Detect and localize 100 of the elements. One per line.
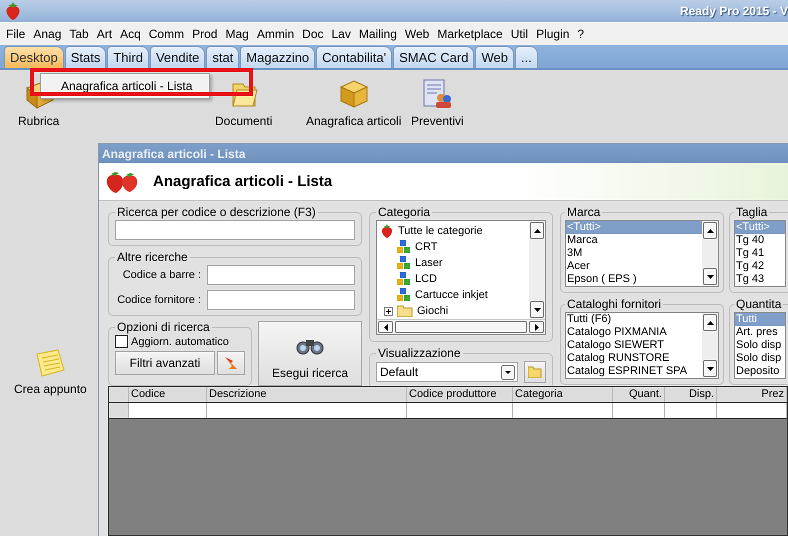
menu-item[interactable]: Comm bbox=[144, 24, 188, 44]
menu-item[interactable]: Anag bbox=[29, 24, 66, 44]
view-dropdown[interactable]: Default bbox=[376, 362, 518, 382]
field-label: Codice fornitore : bbox=[116, 294, 201, 306]
group-label: Cataloghi fornitori bbox=[566, 297, 662, 311]
search-field[interactable] bbox=[115, 220, 355, 240]
list-item[interactable]: Catalogo SIEWERT bbox=[566, 339, 702, 352]
menu-item[interactable]: Web bbox=[400, 24, 434, 44]
vertical-scrollbar[interactable] bbox=[702, 221, 718, 286]
vertical-scrollbar[interactable] bbox=[529, 221, 545, 319]
tab[interactable]: Stats bbox=[64, 46, 106, 68]
desktop-shortcut[interactable]: Crea appunto bbox=[14, 348, 87, 396]
window-title: Anagrafica articoli - Lista bbox=[99, 144, 788, 163]
tree-item[interactable]: LCD bbox=[415, 273, 438, 285]
column-header[interactable]: Descrizione bbox=[207, 387, 407, 402]
list-item[interactable]: Solo disp bbox=[735, 339, 785, 352]
tab[interactable]: SMAC Card bbox=[393, 46, 474, 68]
tree-item[interactable]: Tutte le categorie bbox=[398, 225, 483, 237]
menu-item[interactable]: Tab bbox=[65, 24, 93, 44]
desktop-shortcut[interactable]: Anagrafica articoli bbox=[306, 78, 402, 128]
strawberry-icon bbox=[380, 224, 394, 238]
tab[interactable]: ... bbox=[514, 46, 538, 68]
down-arrow-icon[interactable] bbox=[706, 366, 714, 370]
up-arrow-icon[interactable] bbox=[534, 228, 540, 232]
vertical-scrollbar[interactable] bbox=[702, 313, 718, 378]
list-item[interactable]: Tg 40 bbox=[735, 234, 785, 247]
list-box[interactable]: <Tutti> Tg 40 Tg 41 Tg 42 Tg 43 bbox=[734, 220, 786, 287]
column-header[interactable]: Codice bbox=[129, 387, 207, 402]
horizontal-scrollbar[interactable] bbox=[377, 319, 545, 334]
menu-item[interactable]: Util bbox=[506, 24, 532, 44]
list-item[interactable]: Catalog RUNSTORE bbox=[566, 352, 702, 365]
list-item[interactable]: Epson ( EPS ) bbox=[566, 273, 702, 286]
menu-item[interactable]: Mag bbox=[221, 24, 253, 44]
menu-item[interactable]: Lav bbox=[328, 24, 355, 44]
menu-item[interactable]: Art bbox=[92, 24, 116, 44]
down-arrow-icon[interactable] bbox=[534, 308, 540, 312]
menu-item[interactable]: Acq bbox=[116, 24, 145, 44]
up-arrow-icon[interactable] bbox=[706, 320, 714, 324]
down-arrow-icon[interactable] bbox=[706, 274, 714, 278]
list-item[interactable]: Deposito bbox=[735, 365, 785, 378]
menu-item[interactable]: Marketplace bbox=[433, 24, 507, 44]
tab[interactable]: Magazzino bbox=[240, 46, 316, 68]
desktop-shortcut[interactable]: Documenti bbox=[215, 80, 272, 128]
flame-button[interactable] bbox=[217, 351, 245, 375]
column-header[interactable]: Disp. bbox=[665, 387, 717, 402]
group-label: Categoria bbox=[377, 205, 432, 219]
menu-item[interactable]: Plugin bbox=[532, 24, 574, 44]
list-item[interactable]: Marca bbox=[566, 234, 702, 247]
tab[interactable]: Vendite bbox=[150, 46, 206, 68]
tab[interactable]: stat bbox=[206, 46, 240, 68]
right-arrow-icon[interactable] bbox=[534, 324, 538, 330]
list-item[interactable]: Solo disp bbox=[735, 352, 785, 365]
folder-button[interactable] bbox=[524, 361, 546, 383]
list-box[interactable]: Tutti Art. pres Solo disp Solo disp Deposito bbox=[734, 312, 786, 379]
menu-item[interactable]: Mailing bbox=[354, 24, 401, 44]
column-header[interactable]: Quant. bbox=[613, 387, 665, 402]
expand-icon[interactable] bbox=[384, 306, 393, 316]
list-item[interactable]: Tg 41 bbox=[735, 247, 785, 260]
menu-item[interactable]: ? bbox=[573, 24, 588, 44]
input-field[interactable] bbox=[207, 290, 355, 310]
menu-item[interactable]: File bbox=[2, 24, 30, 44]
advanced-filters-button[interactable]: Filtri avanzati bbox=[115, 351, 215, 375]
auto-update-checkbox[interactable]: Aggiorn. automatico bbox=[115, 335, 245, 348]
column-header[interactable]: Codice produttore bbox=[407, 387, 513, 402]
window-heading: Anagrafica articoli - Lista bbox=[153, 173, 332, 190]
list-item[interactable]: Acer bbox=[566, 260, 702, 273]
list-item[interactable]: Art. pres bbox=[735, 326, 785, 339]
menu-item[interactable]: Doc bbox=[298, 24, 328, 44]
tab[interactable]: Contabilita' bbox=[316, 46, 392, 68]
list-box[interactable]: <Tutti> Marca 3M Acer Epson ( EPS ) bbox=[565, 220, 719, 287]
tree-item[interactable]: CRT bbox=[415, 241, 438, 253]
input-field[interactable] bbox=[207, 265, 355, 285]
group-label: Altre ricerche bbox=[116, 250, 189, 264]
list-box[interactable]: Tutti (F6) Catalogo PIXMANIA Catalogo SIEWERT Catalog RUNSTORE Catalog ESPRINET SPA bbox=[565, 312, 719, 379]
tab[interactable]: Web bbox=[475, 46, 514, 68]
column-header[interactable]: Prez bbox=[717, 387, 787, 402]
list-item[interactable]: Catalogo PIXMANIA bbox=[566, 326, 702, 339]
list-item[interactable]: Tutti (F6) bbox=[566, 313, 702, 326]
tree-item[interactable]: Giochi bbox=[417, 305, 448, 317]
checkbox[interactable] bbox=[115, 335, 128, 348]
list-item[interactable]: Catalog ESPRINET SPA bbox=[566, 365, 702, 378]
menu-item[interactable]: Prod bbox=[188, 24, 222, 44]
up-arrow-icon[interactable] bbox=[706, 228, 714, 232]
desktop-shortcut[interactable]: Preventivi bbox=[411, 78, 464, 128]
column-header[interactable]: Categoria bbox=[513, 387, 613, 402]
left-arrow-icon[interactable] bbox=[384, 324, 388, 330]
list-item[interactable]: Tg 43 bbox=[735, 273, 785, 286]
tree-item[interactable]: Laser bbox=[415, 257, 443, 269]
blocks-icon bbox=[397, 288, 411, 302]
menu-item[interactable]: Anagrafica articoli - Lista bbox=[43, 76, 207, 96]
tree-item[interactable]: Cartucce inkjet bbox=[415, 289, 488, 301]
blocks-icon bbox=[397, 272, 411, 286]
search-button[interactable]: Esegui ricerca bbox=[258, 321, 362, 386]
list-item[interactable]: Tg 42 bbox=[735, 260, 785, 273]
tab[interactable]: Desktop bbox=[4, 46, 64, 68]
tab[interactable]: Third bbox=[107, 46, 149, 68]
app-logo-icon bbox=[4, 2, 22, 20]
menu-item[interactable]: Ammin bbox=[252, 24, 298, 44]
list-item[interactable]: 3M bbox=[566, 247, 702, 260]
tree-view[interactable]: Tutte le categorie CRT Laser LCD Cartucce inkjet Giochi bbox=[376, 220, 546, 335]
